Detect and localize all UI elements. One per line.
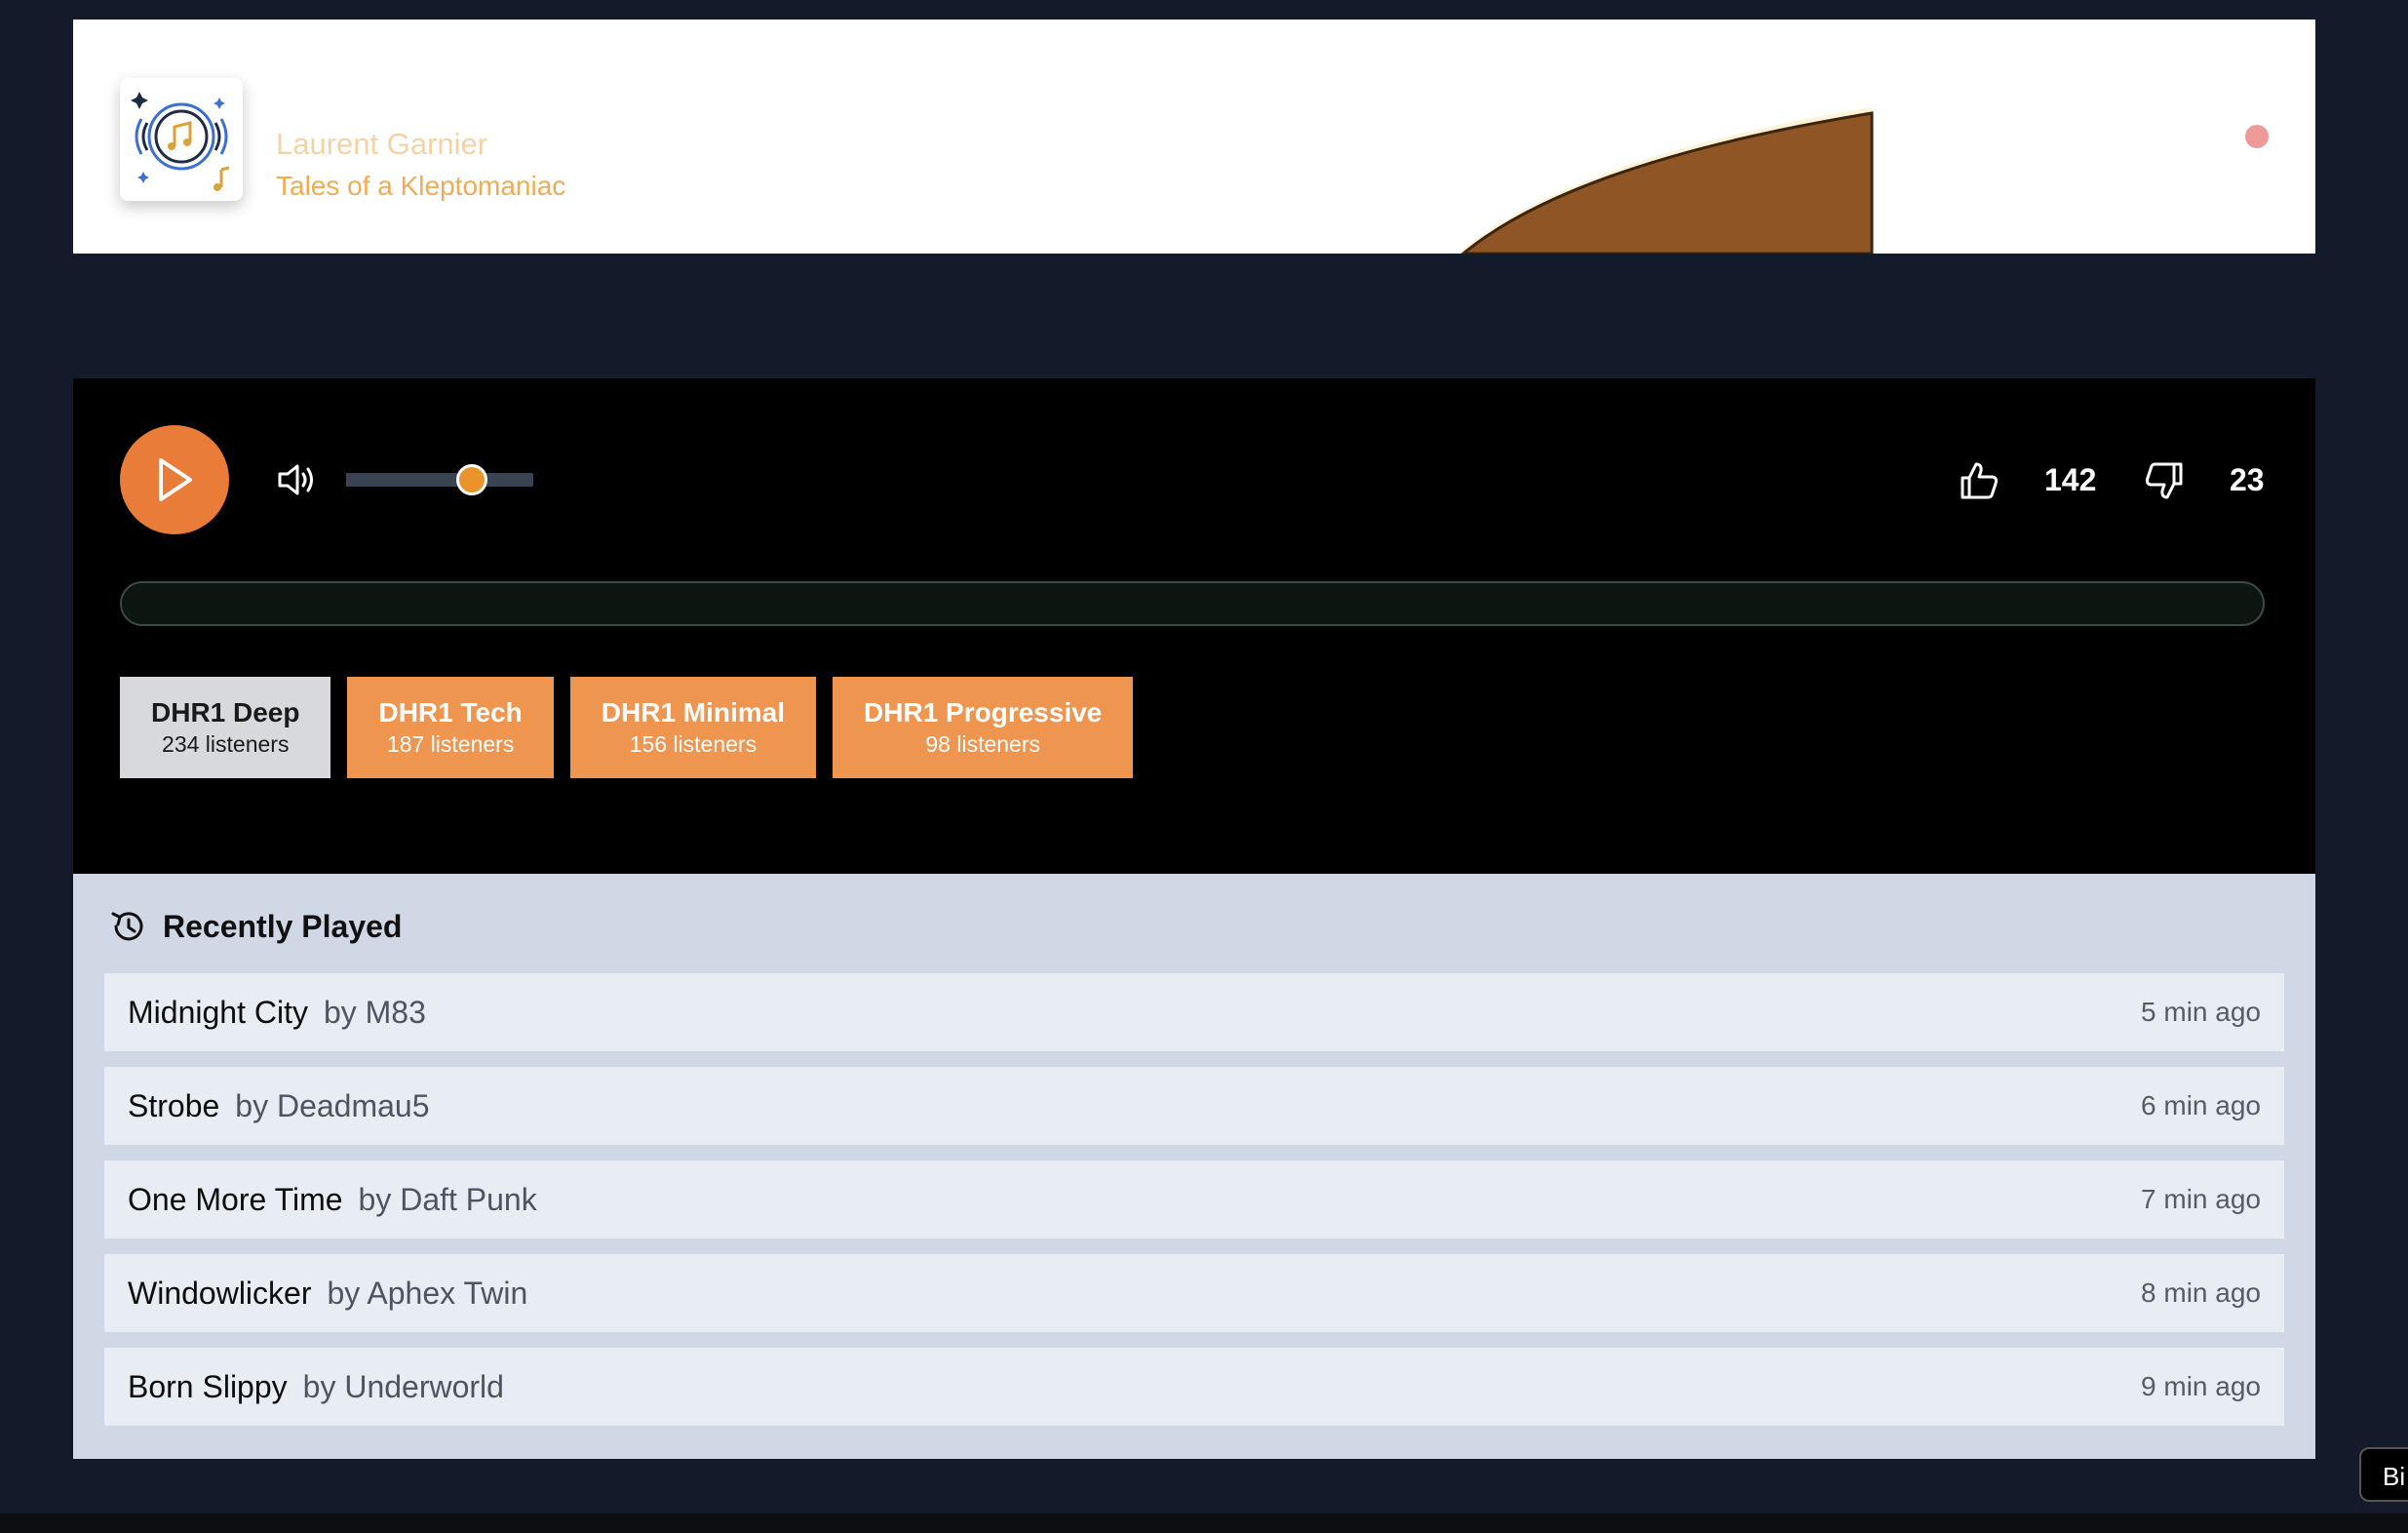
- history-icon: [111, 912, 143, 941]
- station-name: DHR1 Deep: [151, 697, 300, 727]
- volume-slider-fill: [346, 473, 472, 487]
- track-progress-bar[interactable]: [120, 581, 2265, 626]
- recently-played-title: Recently Played: [163, 908, 403, 944]
- station-list: DHR1 Deep 234 listeners DHR1 Tech 187 li…: [120, 677, 1134, 778]
- now-playing-track: Tales of a Kleptomaniac: [276, 171, 566, 201]
- song-title: Midnight City: [128, 994, 308, 1030]
- station-button-deep[interactable]: DHR1 Deep 234 listeners: [120, 677, 331, 778]
- radio-player: Laurent Garnier Tales of a Kleptomaniac …: [73, 20, 2315, 1459]
- station-listeners: 98 listeners: [925, 731, 1041, 757]
- song-title: Strobe: [128, 1087, 220, 1123]
- now-playing-header: Laurent Garnier Tales of a Kleptomaniac: [73, 20, 2315, 254]
- station-logo: [120, 78, 243, 201]
- list-item[interactable]: Strobe by Deadmau5 6 min ago: [104, 1067, 2284, 1145]
- station-button-progressive[interactable]: DHR1 Progressive 98 listeners: [833, 677, 1134, 778]
- list-item[interactable]: One More Time by Daft Punk 7 min ago: [104, 1160, 2284, 1238]
- live-indicator-dot: [2245, 125, 2269, 148]
- song-title: Windowlicker: [128, 1275, 312, 1311]
- played-time: 6 min ago: [2141, 1090, 2261, 1120]
- volume-icon[interactable]: [276, 460, 317, 499]
- likes-count: 142: [2044, 462, 2097, 497]
- background-window-edge: [0, 1513, 2408, 1533]
- volume-slider-handle[interactable]: [455, 464, 487, 495]
- play-button[interactable]: [120, 425, 229, 534]
- thumbs-down-icon[interactable]: [2142, 458, 2187, 503]
- song-artist: by Daft Punk: [358, 1181, 537, 1217]
- played-time: 9 min ago: [2141, 1371, 2261, 1401]
- played-time: 8 min ago: [2141, 1278, 2261, 1308]
- station-name: DHR1 Progressive: [864, 697, 1103, 727]
- tooltip: Bi: [2359, 1447, 2408, 1502]
- station-name: DHR1 Tech: [378, 697, 523, 727]
- station-listeners: 156 listeners: [629, 731, 757, 757]
- station-listeners: 234 listeners: [162, 731, 290, 757]
- played-time: 5 min ago: [2141, 997, 2261, 1027]
- station-listeners: 187 listeners: [386, 731, 515, 757]
- play-icon: [159, 458, 192, 501]
- played-time: 7 min ago: [2141, 1184, 2261, 1214]
- thumbs-up-icon[interactable]: [1957, 458, 2001, 503]
- list-item[interactable]: Midnight City by M83 5 min ago: [104, 973, 2284, 1051]
- list-item[interactable]: Windowlicker by Aphex Twin 8 min ago: [104, 1254, 2284, 1332]
- song-artist: by M83: [323, 994, 426, 1030]
- station-button-minimal[interactable]: DHR1 Minimal 156 listeners: [569, 677, 817, 778]
- song-title: One More Time: [128, 1181, 343, 1217]
- song-artist: by Deadmau5: [235, 1087, 430, 1123]
- volume-slider[interactable]: [346, 464, 533, 495]
- list-item[interactable]: Born Slippy by Underworld 9 min ago: [104, 1348, 2284, 1426]
- recently-played-list: Midnight City by M83 5 min ago Strobe by…: [104, 973, 2284, 1441]
- album-art-shape: [1379, 78, 1886, 254]
- song-title: Born Slippy: [128, 1368, 288, 1404]
- station-button-tech[interactable]: DHR1 Tech 187 listeners: [347, 677, 554, 778]
- dislikes-count: 23: [2230, 462, 2265, 497]
- recently-played-header: Recently Played: [108, 907, 402, 946]
- recently-played-panel: Recently Played Midnight City by M83 5 m…: [73, 874, 2315, 1459]
- song-artist: by Underworld: [302, 1368, 504, 1404]
- now-playing-artist: Laurent Garnier: [276, 127, 488, 161]
- song-artist: by Aphex Twin: [327, 1275, 528, 1311]
- header-spacer: [73, 254, 2315, 378]
- station-name: DHR1 Minimal: [601, 697, 786, 727]
- music-note-icon: [131, 92, 230, 191]
